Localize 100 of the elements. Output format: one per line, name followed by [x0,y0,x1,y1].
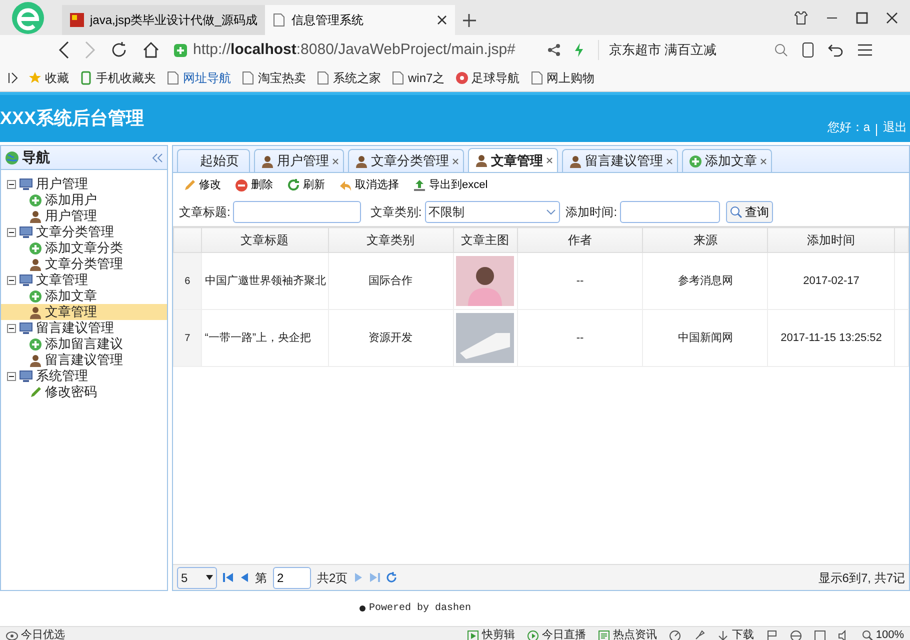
close-icon[interactable] [332,158,339,164]
page-icon [316,71,330,85]
speed-icon[interactable] [668,630,681,640]
collapse-box-icon[interactable] [7,228,16,236]
tree-item[interactable]: 修改密码 [1,384,167,400]
user-icon [29,354,42,366]
tree-item[interactable]: 文章管理 [1,304,167,320]
bookmark-link[interactable]: 网址导航 [166,69,231,87]
maximize-icon[interactable] [856,12,868,24]
collapse-box-icon[interactable] [7,180,16,188]
previous-page-icon[interactable] [240,572,249,583]
sidebar-toggle-icon[interactable] [8,72,18,84]
search-button[interactable]: 查询 [726,201,774,223]
page-icon [273,13,286,27]
page-icon [241,71,255,85]
nav-title: 导航 [22,148,50,167]
bookmark-link[interactable]: 手机收藏夹 [79,69,156,87]
search-icon [862,630,873,640]
bookmark-link[interactable]: 网上购物 [530,69,595,87]
undo-icon[interactable] [828,43,844,57]
toolbar-button[interactable]: 导出到excel [409,177,492,194]
footer-text: Powered by dashen [368,602,472,616]
tree-item[interactable]: 系统管理 [1,368,167,384]
close-icon[interactable] [760,158,767,164]
page-input[interactable]: 2 [273,566,311,588]
app-tab[interactable]: 用户管理 [254,149,344,172]
status-text: 今日优选 [21,628,65,640]
toolbar-button[interactable]: 刷新 [283,177,329,194]
ie-icon[interactable] [790,630,802,640]
tree-item[interactable]: 添加用户 [1,192,167,208]
flag-icon[interactable] [766,630,778,640]
browser-tab[interactable]: 信息管理系统 [265,5,456,35]
row-number: 7 [174,310,202,366]
status-button[interactable]: 快剪辑 [466,627,515,640]
page-size-select[interactable]: 5 [177,566,217,588]
refresh-icon[interactable] [386,572,397,583]
bookmark-link[interactable]: 收藏 [28,69,69,87]
search-icon[interactable] [774,43,788,57]
column-header[interactable]: 作者 [517,228,643,252]
tree-item[interactable]: 文章管理 [1,272,167,288]
close-icon[interactable] [452,158,459,164]
time-input[interactable] [620,201,720,223]
close-icon[interactable] [546,157,553,164]
tree-item[interactable]: 留言建议管理 [1,320,167,336]
first-page-icon[interactable] [223,572,234,583]
tree-item[interactable]: 用户管理 [1,176,167,192]
column-header[interactable]: 文章主图 [453,228,518,252]
app-tab[interactable]: 留言建议管理 [562,149,678,172]
toolbar-button[interactable]: 删除 [231,177,277,194]
app-tab[interactable]: 添加文章 [682,149,772,172]
tree-item[interactable]: 文章分类管理 [1,224,167,240]
refresh-icon [287,179,300,192]
app-tab[interactable]: 文章管理 [468,148,558,172]
column-header[interactable]: 添加时间 [768,228,895,252]
bookmark-link[interactable]: 足球导航 [454,69,520,87]
star-icon [28,71,42,85]
monitor-icon [19,274,33,286]
tree-item[interactable]: 添加留言建议 [1,336,167,352]
close-icon[interactable] [437,15,448,25]
close-icon[interactable] [886,12,898,24]
address-field[interactable]: http://localhost:8080/JavaWebProject/main.jsp# [174,38,534,62]
status-button[interactable]: 热点资讯 [598,627,657,640]
collapse-box-icon[interactable] [7,276,16,284]
browser-tab[interactable]: java,jsp类毕业设计代做_源码成 [62,5,266,35]
home-icon[interactable] [142,41,160,59]
title-input[interactable] [233,201,362,223]
tree-item[interactable]: 添加文章 [1,288,167,304]
search-field[interactable]: 京东超市 满百立减 [598,40,788,60]
reload-icon[interactable] [110,41,128,59]
status-button[interactable]: 今日直播 [526,627,586,640]
tree-item[interactable]: 添加文章分类 [1,240,167,256]
zoom-control[interactable]: 100% [862,627,904,640]
status-button[interactable]: 下载 [716,627,754,640]
tree-item[interactable]: 用户管理 [1,208,167,224]
back-icon[interactable] [58,41,70,59]
phone-icon[interactable] [802,42,814,58]
bookmark-link[interactable]: 系统之家 [316,69,381,87]
column-header[interactable]: 来源 [642,228,768,252]
app-tab[interactable]: 文章分类管理 [348,149,464,172]
bookmark-link[interactable]: win7之 [391,69,445,87]
tree-item[interactable]: 文章分类管理 [1,256,167,272]
category-select[interactable]: 不限制 [424,201,560,223]
toolbar-button[interactable]: 修改 [179,177,225,194]
close-icon[interactable] [666,158,673,164]
collapse-box-icon[interactable] [7,372,16,380]
column-header[interactable]: 文章标题 [201,228,328,252]
toolbar-button[interactable]: 取消选择 [335,177,403,194]
shirt-icon[interactable] [794,10,808,24]
export-icon [413,179,426,192]
menu-icon[interactable] [858,44,872,56]
lightning-icon[interactable] [574,43,584,57]
share-icon[interactable] [548,44,560,56]
column-header[interactable]: 文章类别 [328,228,454,252]
app-tab[interactable]: 起始页 [177,149,250,172]
bookmark-link[interactable]: 淘宝热卖 [241,69,306,87]
collapse-box-icon[interactable] [7,324,16,332]
tree-item[interactable]: 留言建议管理 [1,352,167,368]
collapse-icon[interactable] [151,152,163,162]
window-icon[interactable] [814,630,826,640]
user-icon [475,154,488,167]
